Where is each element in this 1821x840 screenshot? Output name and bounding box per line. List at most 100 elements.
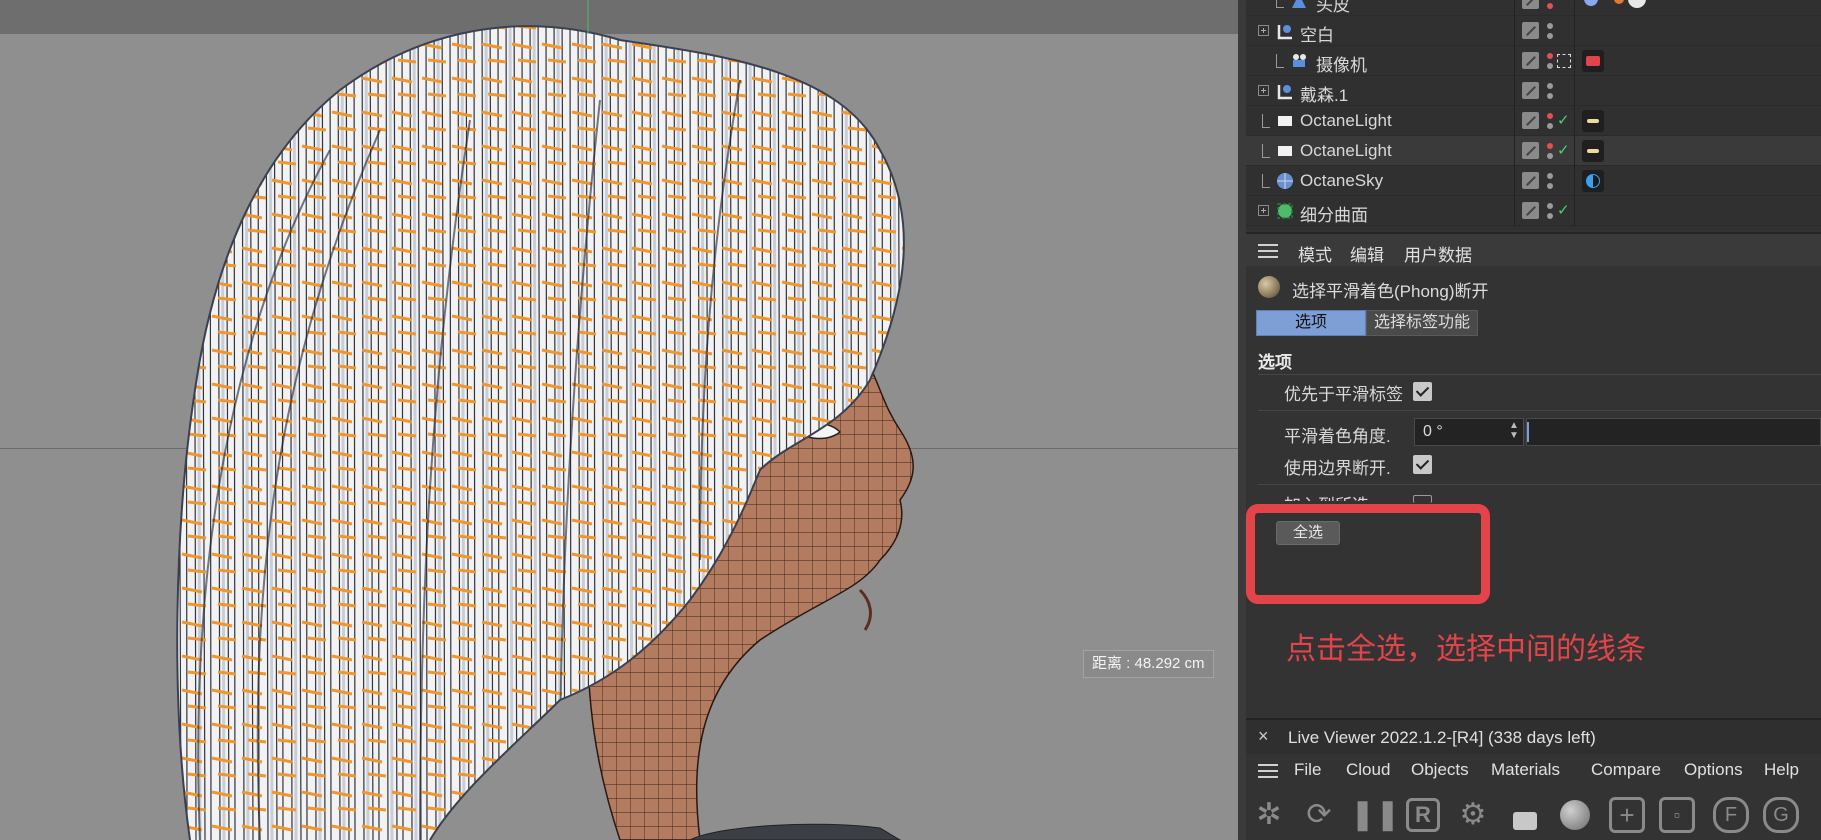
add-to-selection-checkbox[interactable]: [1413, 495, 1432, 503]
triangle-object-icon: [1292, 0, 1306, 8]
visibility-dots-icon[interactable]: [1547, 141, 1553, 161]
expand-toggle-icon[interactable]: [1258, 85, 1269, 96]
focus-picker-icon[interactable]: F: [1712, 796, 1750, 834]
visibility-dots-icon[interactable]: [1547, 201, 1553, 221]
lock-icon[interactable]: [1506, 796, 1544, 834]
object-row-dyson[interactable]: 戴森.1: [1246, 76, 1821, 106]
app-window: 距离 : 48.292 cm 头皮 空白 摄像机 戴森.1 OctaneLigh…: [0, 0, 1821, 840]
priority-label: 优先于平滑标签: [1284, 385, 1403, 404]
object-manager: 头皮 空白 摄像机 戴森.1 OctaneLight ✓ OctaneLight…: [1246, 0, 1821, 230]
edit-toggle-icon[interactable]: [1522, 52, 1539, 69]
pause-icon[interactable]: ❚❚: [1350, 796, 1400, 834]
viewport-scene: [176, 0, 914, 840]
light-tag-icon[interactable]: [1582, 140, 1604, 162]
menu-objects[interactable]: Objects: [1411, 760, 1469, 780]
light-tag-icon[interactable]: [1582, 110, 1604, 132]
expand-toggle-icon[interactable]: [1258, 205, 1269, 216]
tag-title: 选择平滑着色(Phong)断开: [1292, 282, 1489, 301]
material-tag-icon[interactable]: [1628, 0, 1646, 8]
live-viewer-menubar: File Cloud Objects Materials Compare Opt…: [1246, 754, 1821, 788]
object-row-camera[interactable]: 摄像机: [1246, 46, 1821, 76]
null-object-icon: [1277, 85, 1292, 100]
pick-node-icon[interactable]: ▫: [1658, 796, 1696, 834]
object-name: OctaneSky: [1300, 171, 1384, 190]
edit-toggle-icon[interactable]: [1522, 112, 1539, 129]
camera-icon: [1293, 54, 1306, 67]
menu-compare[interactable]: Compare: [1591, 760, 1661, 780]
object-row-scalp[interactable]: 头皮: [1246, 0, 1821, 16]
menu-materials[interactable]: Materials: [1491, 760, 1560, 780]
live-viewer-titlebar: × Live Viewer 2022.1.2-[R4] (338 days le…: [1246, 718, 1821, 754]
visibility-dots-icon[interactable]: [1547, 171, 1553, 191]
phong-break-tag-icon: [1258, 276, 1280, 298]
object-row-subdivision[interactable]: 细分曲面 ✓: [1246, 196, 1821, 226]
add-node-icon[interactable]: +: [1608, 796, 1646, 834]
edit-toggle-icon[interactable]: [1522, 82, 1539, 99]
visibility-dots-icon[interactable]: [1547, 81, 1553, 101]
material-tag-icon[interactable]: [1614, 0, 1624, 4]
object-name: 空白: [1300, 26, 1334, 45]
select-all-button[interactable]: 全选: [1276, 521, 1340, 545]
tab-selection-tag-function[interactable]: 选择标签功能: [1366, 310, 1478, 336]
edit-toggle-icon[interactable]: [1522, 142, 1539, 159]
right-panel: 头皮 空白 摄像机 戴森.1 OctaneLight ✓ OctaneLight…: [1238, 0, 1821, 840]
edit-toggle-icon[interactable]: [1522, 172, 1539, 189]
menu-user-data[interactable]: 用户数据: [1404, 241, 1472, 266]
subdivision-surface-icon: [1277, 203, 1293, 219]
edit-toggle-icon[interactable]: [1522, 0, 1539, 9]
render-icon[interactable]: ✲: [1250, 796, 1288, 834]
close-icon[interactable]: ×: [1258, 726, 1269, 747]
enabled-check-icon[interactable]: ✓: [1557, 141, 1570, 159]
color-picker-icon[interactable]: G: [1762, 796, 1800, 834]
camera-target-icon[interactable]: [1557, 54, 1571, 68]
distance-readout: 距离 : 48.292 cm: [1083, 650, 1214, 678]
hamburger-menu-icon[interactable]: [1258, 244, 1278, 258]
object-name: 细分曲面: [1300, 206, 1368, 225]
object-row-octanelight-2[interactable]: OctaneLight ✓: [1246, 136, 1821, 166]
sky-icon: [1277, 173, 1293, 189]
menu-file[interactable]: File: [1294, 760, 1321, 780]
menu-mode[interactable]: 模式: [1298, 241, 1332, 266]
object-row-octanesky[interactable]: OctaneSky: [1246, 166, 1821, 196]
angle-slider[interactable]: [1526, 418, 1821, 446]
enabled-check-icon[interactable]: ✓: [1557, 111, 1570, 129]
object-row-null[interactable]: 空白: [1246, 16, 1821, 46]
camera-tag-icon[interactable]: [1582, 50, 1604, 72]
object-name: OctaneLight: [1300, 141, 1392, 160]
enabled-check-icon[interactable]: ✓: [1557, 201, 1570, 219]
material-tag-icon[interactable]: [1584, 0, 1598, 6]
border-checkbox[interactable]: [1413, 455, 1432, 474]
hamburger-menu-icon[interactable]: [1258, 764, 1278, 778]
3d-viewport[interactable]: 距离 : 48.292 cm: [0, 0, 1238, 840]
object-name: 摄像机: [1316, 56, 1367, 75]
section-title: 选项: [1258, 353, 1292, 372]
menu-cloud[interactable]: Cloud: [1346, 760, 1390, 780]
tab-options[interactable]: 选项: [1256, 310, 1366, 336]
light-icon: [1278, 146, 1292, 156]
expand-toggle-icon[interactable]: [1258, 25, 1269, 36]
null-object-icon: [1277, 25, 1292, 40]
angle-stepper-icon[interactable]: ▲ ▼: [1508, 421, 1520, 443]
gear-icon[interactable]: ⚙: [1454, 796, 1492, 834]
visibility-dots-icon[interactable]: [1547, 0, 1553, 11]
menu-options[interactable]: Options: [1684, 760, 1743, 780]
object-name: OctaneLight: [1300, 111, 1392, 130]
visibility-dots-icon[interactable]: [1547, 111, 1553, 131]
menu-help[interactable]: Help: [1764, 760, 1799, 780]
annotation-highlight-box: [1246, 504, 1490, 604]
menu-edit[interactable]: 编辑: [1350, 241, 1384, 266]
visibility-dots-icon[interactable]: [1547, 21, 1553, 41]
edit-toggle-icon[interactable]: [1522, 202, 1539, 219]
object-row-octanelight-1[interactable]: OctaneLight ✓: [1246, 106, 1821, 136]
priority-checkbox[interactable]: [1413, 382, 1432, 401]
restart-icon[interactable]: ⟳: [1300, 796, 1338, 834]
material-sphere-icon[interactable]: [1556, 796, 1594, 834]
visibility-dots-icon[interactable]: [1547, 51, 1553, 71]
environment-tag-icon[interactable]: [1582, 170, 1604, 192]
region-icon[interactable]: R: [1404, 796, 1442, 834]
attribute-menubar: 模式 编辑 用户数据: [1246, 232, 1821, 266]
edit-toggle-icon[interactable]: [1522, 22, 1539, 39]
object-name: 戴森.1: [1300, 86, 1349, 105]
live-viewer-title: Live Viewer 2022.1.2-[R4] (338 days left…: [1288, 728, 1596, 747]
border-label: 使用边界断开.: [1284, 459, 1391, 478]
